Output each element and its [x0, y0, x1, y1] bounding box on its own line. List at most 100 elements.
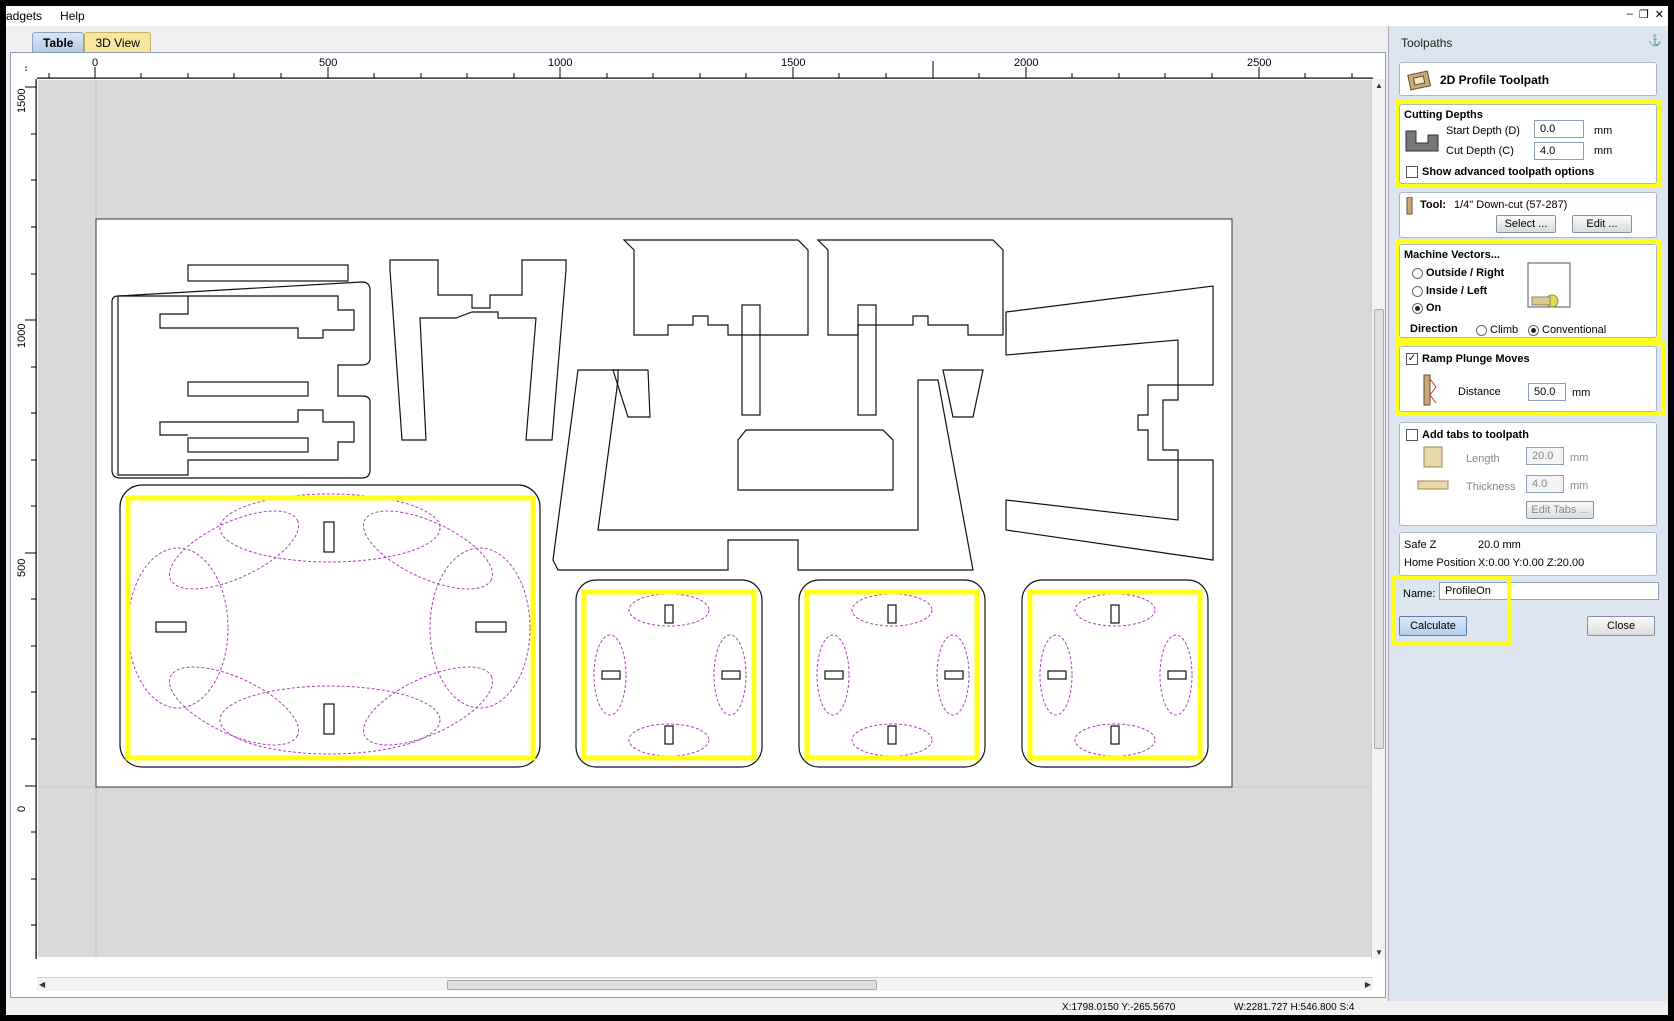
menu-bar: adgets Help – ❐ ✕ [6, 6, 1668, 26]
on-label: On [1426, 302, 1442, 314]
toolpath-type-title: 2D Profile Toolpath [1440, 73, 1550, 87]
tab-length-icon [1423, 446, 1443, 468]
edit-tabs-button[interactable]: Edit Tabs ... [1526, 501, 1594, 519]
select-tool-button[interactable]: Select ... [1496, 215, 1556, 233]
ramp-distance-input[interactable]: 50.0 [1528, 383, 1566, 401]
add-tabs-label: Add tabs to toolpath [1422, 429, 1529, 441]
cutting-depths-title: Cutting Depths [1404, 109, 1483, 121]
climb-label: Climb [1490, 324, 1519, 336]
status-bar: X:1798.0150 Y:-265.5670 W:2281.727 H:546… [6, 1001, 1668, 1015]
conventional-radio[interactable] [1528, 325, 1539, 336]
close-icon[interactable]: ✕ [1655, 8, 1664, 21]
outside-right-radio[interactable] [1412, 268, 1423, 279]
scroll-left-icon[interactable]: ◀ [39, 980, 45, 989]
edit-tool-button[interactable]: Edit ... [1572, 215, 1632, 233]
ruler-label-0-v: 0 [16, 805, 28, 812]
ruler-label-0: 0 [92, 57, 99, 69]
toolpaths-panel: Toolpaths ⚓ 2D Profile Toolpath Cutting … [1388, 26, 1668, 1001]
advanced-options-label: Show advanced toolpath options [1422, 166, 1595, 178]
close-button[interactable]: Close [1587, 616, 1655, 636]
restore-icon[interactable]: ❐ [1639, 8, 1649, 21]
scroll-down-icon[interactable]: ▼ [1375, 948, 1383, 957]
tab-length-input[interactable]: 20.0 [1526, 447, 1564, 465]
scroll-up-icon[interactable]: ▲ [1375, 81, 1383, 90]
tool-group: Tool: 1/4" Down-cut (57-287) Select ... … [1399, 192, 1657, 238]
tool-label: Tool: [1420, 199, 1447, 211]
machine-vectors-title: Machine Vectors... [1404, 249, 1500, 261]
design-vectors[interactable] [38, 80, 1372, 957]
tab-thickness-unit: mm [1570, 480, 1589, 492]
drawing-canvas: ↕ 0 500 1000 1500 2000 2500 1500 1000 50… [10, 52, 1386, 998]
vertical-scrollbar[interactable]: ▲ ▼ [1371, 79, 1385, 959]
vector-preview-icon [1527, 262, 1571, 308]
tab-thickness-input[interactable]: 4.0 [1526, 475, 1564, 493]
ruler-vertical: 1500 1000 500 0 [15, 79, 37, 959]
tab-3d-view[interactable]: 3D View [84, 32, 151, 52]
panel-title: Toolpaths [1401, 36, 1453, 50]
toolpath-name-label: Name: [1403, 588, 1436, 600]
inside-left-label: Inside / Left [1426, 285, 1488, 297]
cut-depth-unit: mm [1594, 145, 1613, 157]
cursor-position: X:1798.0150 Y:-265.5670 [1062, 1002, 1176, 1013]
ramp-plunge-label: Ramp Plunge Moves [1422, 353, 1530, 365]
ruler-label-1000: 1000 [548, 57, 573, 69]
ruler-label-1500: 1500 [781, 57, 806, 69]
ramp-distance-unit: mm [1572, 387, 1591, 399]
menu-gadgets[interactable]: adgets [6, 9, 50, 23]
ramp-plunge-group: ✓ Ramp Plunge Moves Distance 50.0 mm [1399, 346, 1657, 412]
cut-depth-label: Cut Depth (C) [1446, 145, 1514, 157]
ruler-corner-icon[interactable]: ↕ [15, 57, 37, 79]
calculate-button[interactable]: Calculate [1399, 616, 1467, 636]
vertical-scroll-thumb[interactable] [1374, 309, 1384, 749]
ruler-label-500: 500 [319, 57, 338, 69]
conventional-label: Conventional [1542, 324, 1607, 336]
material-sheet [95, 218, 1233, 788]
safe-z-label: Safe Z [1404, 539, 1437, 551]
tab-thickness-label: Thickness [1466, 481, 1516, 493]
selection-size: W:2281.727 H:546.800 S:4 [1234, 1002, 1355, 1013]
machine-vectors-group: Machine Vectors... Outside / Right Insid… [1399, 244, 1657, 338]
ruler-horizontal: 0 500 1000 1500 2000 2500 [37, 57, 1373, 79]
ruler-label-2000: 2000 [1014, 57, 1039, 69]
menu-help[interactable]: Help [60, 9, 93, 23]
toolpath-header: 2D Profile Toolpath [1399, 62, 1657, 96]
start-depth-label: Start Depth (D) [1446, 125, 1520, 137]
climb-radio[interactable] [1476, 325, 1487, 336]
tab-thickness-icon [1417, 480, 1449, 490]
tool-name: 1/4" Down-cut (57-287) [1454, 199, 1568, 211]
ramp-diagram-icon [1423, 374, 1437, 406]
toolpath-name-input[interactable]: ProfileOn [1439, 582, 1659, 600]
home-position-value: X:0.00 Y:0.00 Z:20.00 [1478, 557, 1585, 569]
scroll-right-icon[interactable]: ▶ [1365, 980, 1371, 989]
ruler-label-500-v: 500 [16, 558, 28, 577]
minimize-icon[interactable]: – [1627, 8, 1633, 21]
ramp-distance-label: Distance [1458, 386, 1501, 398]
cut-depth-input[interactable]: 4.0 [1534, 142, 1584, 160]
tab-length-label: Length [1466, 453, 1500, 465]
start-depth-unit: mm [1594, 125, 1613, 137]
horizontal-scroll-thumb[interactable] [447, 980, 877, 990]
add-tabs-checkbox[interactable] [1406, 429, 1418, 441]
tabs-group: Add tabs to toolpath Length 20.0 mm Thic… [1399, 422, 1657, 526]
positions-group: Safe Z 20.0 mm Home Position X:0.00 Y:0.… [1399, 532, 1657, 576]
cutting-depths-group: Cutting Depths Start Depth (D) 0.0 mm Cu… [1399, 104, 1657, 184]
ruler-label-2500: 2500 [1247, 57, 1272, 69]
ruler-label-1000-v: 1000 [16, 323, 28, 348]
advanced-options-checkbox[interactable] [1406, 166, 1418, 178]
pin-icon[interactable]: ⚓ [1648, 34, 1662, 47]
on-radio[interactable] [1412, 303, 1423, 314]
design-workspace[interactable] [38, 80, 1372, 957]
tab-length-unit: mm [1570, 452, 1589, 464]
start-depth-input[interactable]: 0.0 [1534, 120, 1584, 138]
ruler-ticks-vertical [25, 79, 37, 959]
outside-right-label: Outside / Right [1426, 267, 1505, 279]
ramp-plunge-checkbox[interactable]: ✓ [1406, 353, 1418, 365]
tab-table[interactable]: Table [32, 32, 85, 52]
inside-left-radio[interactable] [1412, 286, 1423, 297]
view-tabs: Table 3D View [32, 32, 151, 52]
app-window: adgets Help – ❐ ✕ Table 3D View ↕ 0 500 … [6, 6, 1668, 1015]
ruler-ticks-horizontal [37, 61, 1373, 79]
profile-toolpath-icon [1407, 70, 1432, 91]
horizontal-scrollbar[interactable]: ◀ ▶ [37, 977, 1373, 991]
safe-z-value: 20.0 mm [1478, 539, 1521, 551]
